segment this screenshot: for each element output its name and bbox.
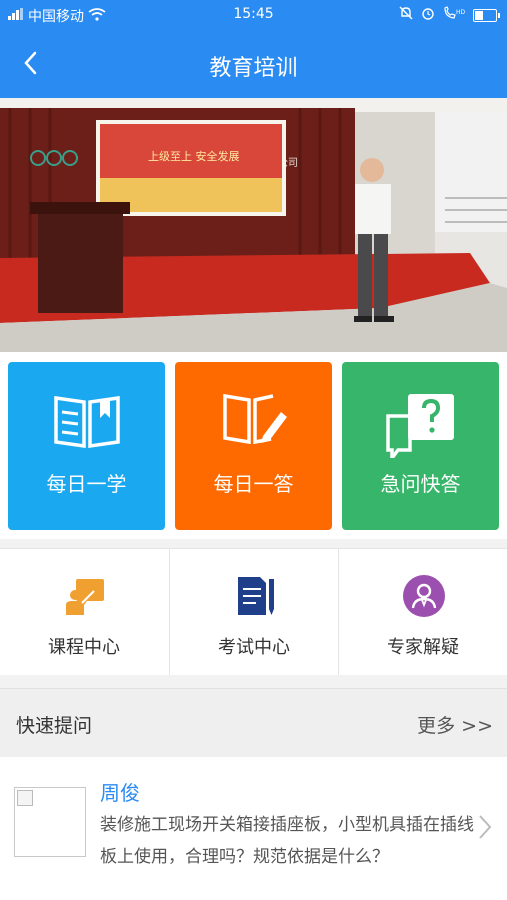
- service-label: 考试中心: [218, 637, 290, 658]
- expert-user-icon: [403, 575, 445, 617]
- service-label: 课程中心: [48, 637, 120, 658]
- avatar: [14, 787, 86, 857]
- course-center-button[interactable]: 课程中心: [0, 549, 168, 675]
- volte-call-icon: HD: [443, 6, 466, 24]
- exam-paper-icon: [238, 577, 274, 615]
- quick-ask-header: 快速提问 更多 >>: [0, 688, 507, 758]
- teacher-board-icon: [66, 579, 104, 615]
- broken-image-icon: [17, 790, 33, 806]
- alarm-icon: [421, 6, 435, 24]
- status-bar: 中国移动 15:45 HD: [0, 0, 507, 30]
- section-title: 快速提问: [16, 715, 93, 737]
- service-row: 课程中心 考试中心 专家解疑: [0, 548, 507, 675]
- status-right: HD: [399, 6, 500, 24]
- chevron-right-icon: [479, 815, 492, 839]
- expert-help-button[interactable]: 专家解疑: [338, 549, 507, 675]
- battery-icon: [473, 8, 500, 22]
- bell-off-icon: [399, 6, 413, 24]
- svg-text:HD: HD: [456, 9, 465, 16]
- tile-label: 急问快答: [380, 472, 461, 496]
- svg-text:上级至上 安全发展: 上级至上 安全发展: [148, 149, 240, 163]
- book-pen-icon: [222, 393, 287, 445]
- banner-image[interactable]: 限公司 上级至上 安全发展: [0, 98, 507, 352]
- service-label: 专家解疑: [387, 637, 459, 658]
- tile-label: 每日一学: [46, 472, 127, 496]
- question-chat-icon: [385, 394, 454, 458]
- tile-daily-answer[interactable]: 每日一答: [175, 362, 332, 530]
- nav-bar: 教育培训: [0, 30, 507, 98]
- page-title: 教育培训: [209, 56, 298, 81]
- tile-label: 每日一答: [213, 472, 294, 496]
- question-item[interactable]: 周俊 装修施工现场开关箱接插座板，小型机具插在插线板上使用，合理吗？规范依据是什…: [0, 757, 507, 900]
- asker-name: 周俊: [100, 781, 140, 805]
- training-photo: 限公司 上级至上 安全发展: [0, 98, 507, 352]
- battery-level: [475, 10, 483, 20]
- feature-tiles: 每日一学 每日一答 急问快答: [0, 352, 507, 539]
- tile-quick-qa[interactable]: 急问快答: [342, 362, 499, 530]
- book-open-icon: [53, 395, 120, 449]
- more-link[interactable]: 更多 >>: [417, 711, 493, 738]
- tile-daily-study[interactable]: 每日一学: [8, 362, 165, 530]
- question-text: 装修施工现场开关箱接插座板，小型机具插在插线板上使用，合理吗？规范依据是什么？: [100, 815, 474, 867]
- exam-center-button[interactable]: 考试中心: [169, 549, 338, 675]
